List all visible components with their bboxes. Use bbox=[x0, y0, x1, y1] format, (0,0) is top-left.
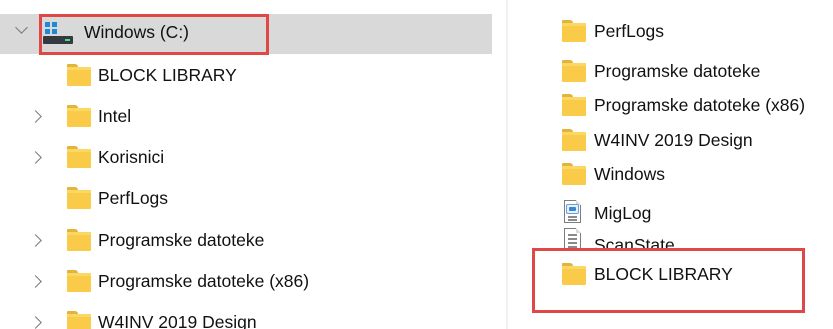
chevron-right-icon[interactable] bbox=[29, 151, 42, 164]
list-item-label: PerfLogs bbox=[594, 21, 665, 41]
navigation-pane: Windows (C:) BLOCK LIBRARY Intel Korisni… bbox=[0, 0, 506, 329]
folder-icon bbox=[562, 60, 586, 82]
tree-item-label: Programske datoteke (x86) bbox=[98, 271, 310, 291]
list-item-windows[interactable]: Windows bbox=[508, 155, 833, 195]
log-file-icon bbox=[563, 200, 583, 224]
chevron-right-icon[interactable] bbox=[29, 316, 42, 329]
list-item-label: Programske datoteke bbox=[594, 61, 761, 81]
folder-icon bbox=[67, 105, 91, 127]
tree-item-label: Intel bbox=[98, 106, 132, 126]
folder-icon bbox=[562, 94, 586, 116]
tree-item-block-library[interactable]: BLOCK LIBRARY bbox=[0, 56, 492, 96]
tree-item-korisnici[interactable]: Korisnici bbox=[0, 138, 492, 178]
tree-item-perflogs[interactable]: PerfLogs bbox=[0, 179, 492, 219]
list-item-label: Windows bbox=[594, 164, 665, 184]
tree-item-programske-datoteke-x86[interactable]: Programske datoteke (x86) bbox=[0, 262, 492, 302]
tree-item-label: W4INV 2019 Design bbox=[98, 312, 257, 329]
tree-item-label: BLOCK LIBRARY bbox=[98, 65, 237, 85]
tree-item-w4inv-2019-design[interactable]: W4INV 2019 Design bbox=[0, 303, 492, 329]
folder-icon bbox=[67, 64, 91, 86]
list-item-label: Programske datoteke (x86) bbox=[594, 95, 806, 115]
chevron-right-icon[interactable] bbox=[29, 234, 42, 247]
chevron-right-icon[interactable] bbox=[29, 275, 42, 288]
folder-icon bbox=[67, 187, 91, 209]
folder-icon bbox=[67, 229, 91, 251]
chevron-right-icon[interactable] bbox=[29, 110, 42, 123]
tree-item-label: Korisnici bbox=[98, 147, 165, 167]
folder-icon bbox=[67, 146, 91, 168]
tree-item-label: PerfLogs bbox=[98, 188, 169, 208]
folder-icon bbox=[67, 311, 91, 329]
list-item-label: W4INV 2019 Design bbox=[594, 130, 753, 150]
chevron-down-icon[interactable] bbox=[15, 21, 28, 34]
folder-icon bbox=[67, 270, 91, 292]
tree-item-programske-datoteke[interactable]: Programske datoteke bbox=[0, 221, 492, 261]
folder-icon bbox=[562, 163, 586, 185]
highlight-box-block-library bbox=[532, 248, 805, 313]
tree-item-intel[interactable]: Intel bbox=[0, 97, 492, 137]
folder-icon bbox=[562, 20, 586, 42]
content-pane: PerfLogs Programske datoteke Programske … bbox=[508, 0, 833, 329]
highlight-box-drive bbox=[39, 14, 269, 55]
folder-icon bbox=[562, 129, 586, 151]
list-item-programske-datoteke-x86[interactable]: Programske datoteke (x86) bbox=[508, 86, 833, 126]
list-item-perflogs[interactable]: PerfLogs bbox=[508, 12, 833, 52]
tree-item-label: Programske datoteke bbox=[98, 230, 265, 250]
list-item-label: MigLog bbox=[594, 203, 652, 223]
